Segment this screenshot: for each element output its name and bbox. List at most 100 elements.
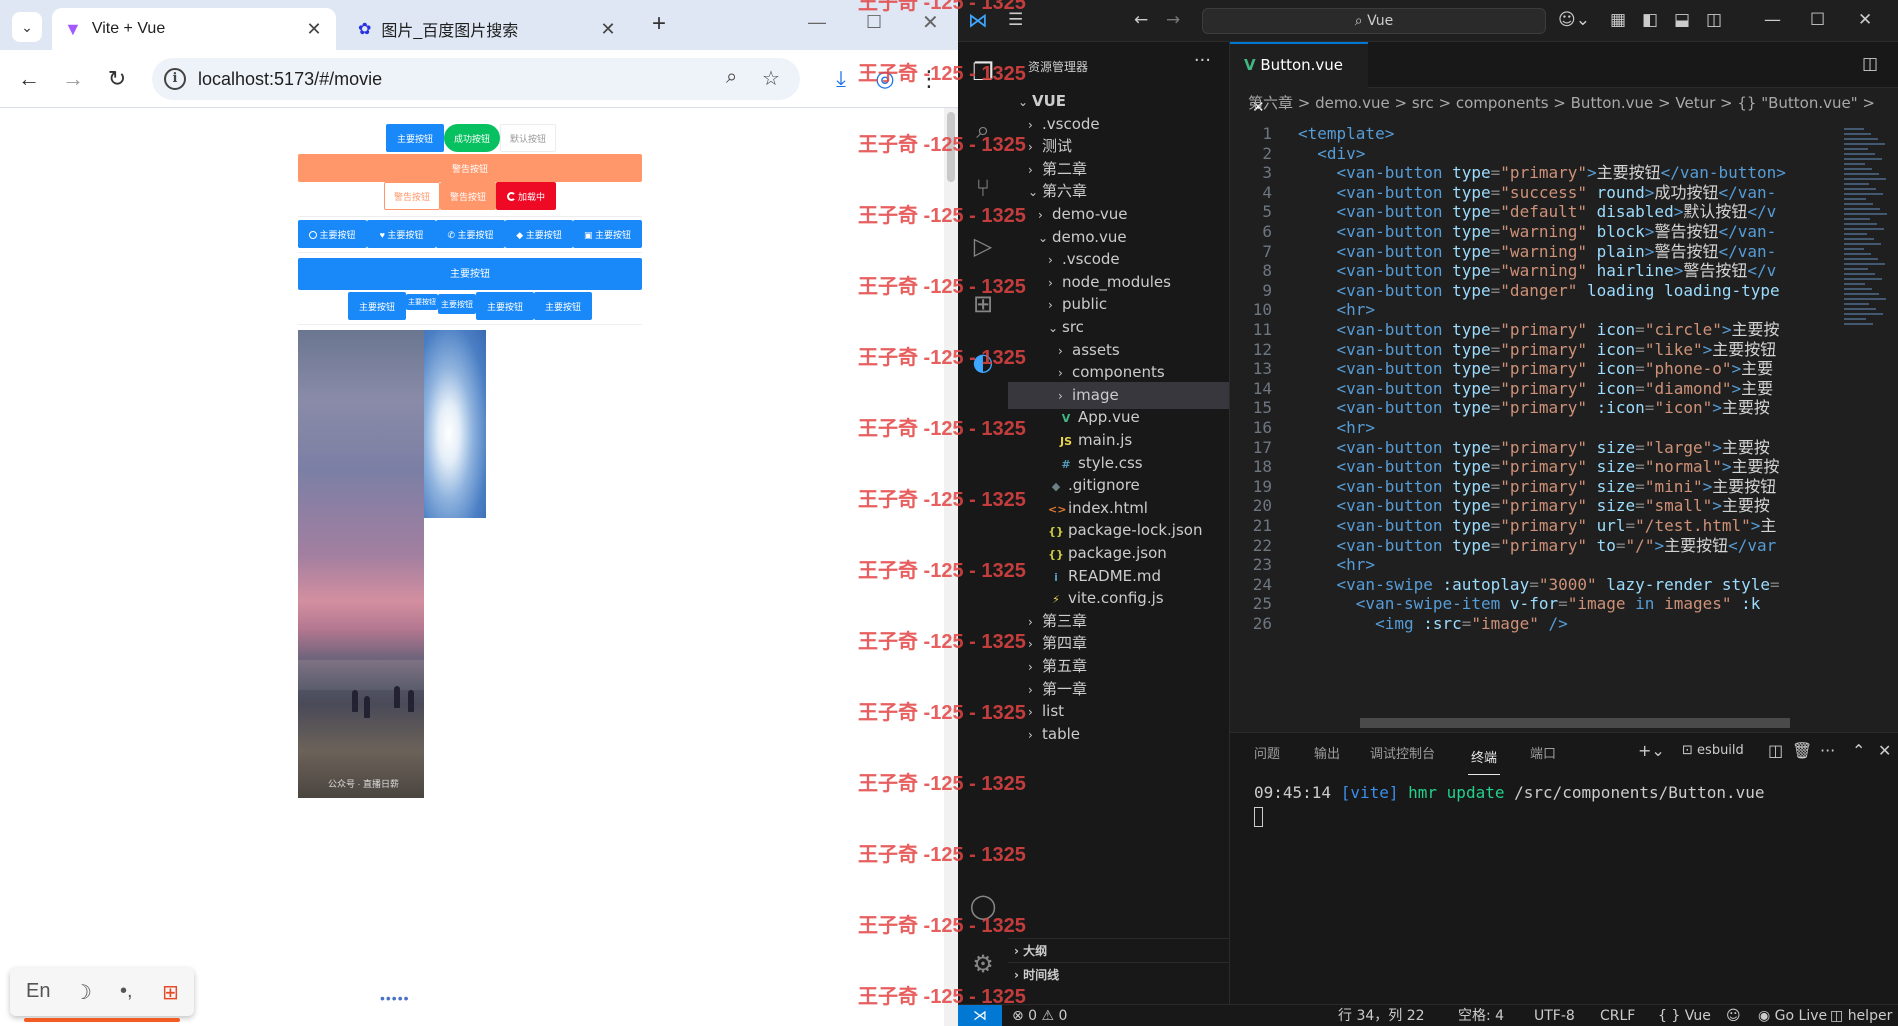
ime-language[interactable]: En	[26, 980, 50, 1003]
site-info-icon[interactable]: i	[164, 68, 186, 90]
horizontal-scrollbar[interactable]	[1360, 718, 1790, 728]
mini-button[interactable]: 主要按钮	[406, 294, 438, 310]
terminal-name[interactable]: ⊡ esbuild	[1682, 743, 1744, 758]
command-center[interactable]: ⌕ Vue	[1202, 8, 1546, 34]
apps-grid-icon[interactable]: ⊞	[162, 980, 179, 1005]
forward-icon[interactable]: →	[60, 66, 86, 92]
swipe-image-clouds[interactable]	[424, 330, 486, 518]
split-terminal-icon[interactable]: ◫	[1768, 741, 1783, 760]
go-live-button[interactable]: ◉ Go Live	[1758, 1005, 1827, 1026]
encoding[interactable]: UTF-8	[1534, 1005, 1575, 1026]
bookmark-star-icon[interactable]: ☆	[762, 66, 780, 91]
code-token: "primary"	[1500, 320, 1587, 339]
panel-tab[interactable]: 终端	[1468, 743, 1500, 775]
moon-icon[interactable]: ☽	[74, 980, 92, 1005]
maximize-icon[interactable]: ☐	[1810, 10, 1825, 30]
new-terminal-icon[interactable]: +⌄	[1638, 741, 1665, 760]
editor-tab-button-vue[interactable]: V Button.vue ✕	[1230, 42, 1368, 116]
panel-tab[interactable]: 端口	[1530, 743, 1556, 762]
maximize-panel-icon[interactable]: ⌃	[1852, 741, 1865, 760]
minimap-line	[1844, 168, 1872, 170]
close-tab-icon[interactable]: ✕	[304, 19, 324, 40]
small-button[interactable]: 主要按钮	[438, 294, 476, 314]
language-mode[interactable]: { } Vue	[1658, 1005, 1711, 1026]
tree-item-label: 第二章	[1042, 159, 1088, 178]
copilot-status-icon[interactable]: ☺	[1726, 1005, 1741, 1026]
watermark-text: 王子奇 -125 - 1325	[858, 631, 1026, 653]
code-token: 主要按钮	[1664, 535, 1729, 555]
minimap-line	[1844, 138, 1878, 140]
maximize-icon[interactable]: ☐	[866, 12, 882, 33]
tree-item-label: index.html	[1068, 498, 1148, 517]
browser-tab-vite[interactable]: ▼ Vite + Vue ✕	[52, 8, 336, 50]
swipe-image-sunset[interactable]: 公众号 · 直播日薪	[298, 330, 424, 798]
address-bar[interactable]: i localhost:5173/#/movie ⌕ ☆	[152, 58, 800, 100]
code-token: <van-swipe-item	[1298, 594, 1510, 614]
cursor-position[interactable]: 行 34，列 22	[1338, 1005, 1425, 1026]
back-icon[interactable]: ←	[16, 66, 42, 92]
vscode-titlebar: ⋈ ☰ ← → ⌕ Vue ☺⌄ ▦ ◧ ⬓ ◫ — ☐ ✕	[958, 0, 1898, 42]
like-icon-button[interactable]: ♥ 主要按钮	[367, 220, 436, 248]
breadcrumb[interactable]: 第六章 > demo.vue > src > components > Butt…	[1230, 88, 1898, 118]
run-debug-icon[interactable]: ▷	[967, 230, 999, 262]
url-button[interactable]: 主要按钮	[476, 292, 534, 320]
toggle-secondary-sidebar-icon[interactable]: ◫	[1706, 10, 1722, 30]
copilot-icon[interactable]: ☺⌄	[1558, 10, 1590, 30]
warning-plain-button[interactable]: 警告按钮	[384, 182, 440, 210]
explorer-more-icon[interactable]: ···	[1194, 50, 1211, 71]
large-button[interactable]: 主要按钮	[298, 258, 642, 290]
route-button[interactable]: 主要按钮	[534, 292, 592, 320]
normal-button[interactable]: 主要按钮	[348, 292, 406, 320]
minimize-icon[interactable]: —	[808, 12, 826, 33]
line-ending[interactable]: CRLF	[1600, 1005, 1635, 1026]
panel-tab[interactable]: 调试控制台	[1370, 743, 1435, 762]
image-icon-button[interactable]: ▣ 主要按钮	[573, 220, 642, 248]
outline-section[interactable]: › 大纲	[1008, 938, 1229, 962]
warning-block-button[interactable]: 警告按钮	[298, 154, 642, 182]
address-url[interactable]: localhost:5173/#/movie	[198, 69, 382, 90]
phone-icon-button[interactable]: ✆ 主要按钮	[436, 220, 505, 248]
helper-status[interactable]: ◫ helper	[1830, 1005, 1892, 1026]
code-token: icon	[1587, 320, 1636, 339]
zoom-icon[interactable]: ⌕	[726, 66, 737, 89]
minimap-line	[1844, 203, 1873, 205]
vscode-window: ⋈ ☰ ← → ⌕ Vue ☺⌄ ▦ ◧ ⬓ ◫ — ☐ ✕ ❐ ⌕ ⑂ ▷ ⊞…	[958, 0, 1898, 1026]
close-tab-icon[interactable]: ✕	[598, 19, 618, 40]
diamond-icon-button[interactable]: ◆ 主要按钮	[505, 220, 573, 248]
nav-forward-icon[interactable]: →	[1166, 10, 1180, 30]
reload-icon[interactable]: ↻	[104, 66, 130, 92]
tab-search-chevron-icon[interactable]: ⌄	[12, 12, 42, 42]
primary-button[interactable]: 主要按钮	[386, 124, 444, 152]
code-token: "primary"	[1500, 378, 1587, 398]
panel-tab[interactable]: 问题	[1254, 743, 1280, 762]
browser-tab-baidu[interactable]: ✿ 图片_百度图片搜索 ✕	[346, 8, 630, 50]
settings-gear-icon[interactable]: ⚙	[967, 948, 999, 980]
close-panel-icon[interactable]: ✕	[1878, 741, 1891, 760]
new-tab-button[interactable]: +	[652, 10, 666, 38]
terminal-output[interactable]: 09:45:14 [vite] hmr update /src/componen…	[1254, 783, 1765, 802]
timeline-section[interactable]: › 时间线	[1008, 962, 1229, 986]
download-icon[interactable]: ⤓	[828, 66, 854, 92]
split-editor-icon[interactable]: ◫	[1862, 54, 1878, 74]
code-editor[interactable]: 1 <template> 2 <div> 3 <van-button type="pr…	[1230, 122, 1898, 730]
tree-item[interactable]: › table	[1008, 721, 1229, 748]
danger-loading-button[interactable]: 加载中	[496, 182, 556, 210]
minimize-icon[interactable]: —	[1764, 10, 1781, 30]
helper-icon: ◫	[1830, 1008, 1844, 1024]
minimap[interactable]	[1844, 128, 1888, 358]
nav-back-icon[interactable]: ←	[1134, 10, 1148, 30]
code-token: "/test.html"	[1635, 516, 1751, 535]
circle-icon-button[interactable]: 主要按钮	[298, 220, 367, 248]
trash-icon[interactable]: 🗑	[1792, 741, 1812, 760]
indentation[interactable]: 空格: 4	[1458, 1005, 1504, 1026]
success-round-button[interactable]: 成功按钮	[444, 124, 500, 152]
toggle-panel-icon[interactable]: ⬓	[1674, 10, 1690, 30]
more-dots-icon[interactable]: •••••	[380, 990, 410, 1006]
toggle-sidebar-icon[interactable]: ◧	[1642, 10, 1658, 30]
warning-hairline-button[interactable]: 警告按钮	[440, 182, 496, 210]
punctuation-icon[interactable]: •,	[120, 980, 133, 1003]
more-actions-icon[interactable]: ···	[1820, 741, 1835, 760]
panel-tab[interactable]: 输出	[1314, 743, 1340, 762]
close-window-icon[interactable]: ✕	[1858, 10, 1872, 30]
customize-layout-icon[interactable]: ▦	[1610, 10, 1626, 30]
